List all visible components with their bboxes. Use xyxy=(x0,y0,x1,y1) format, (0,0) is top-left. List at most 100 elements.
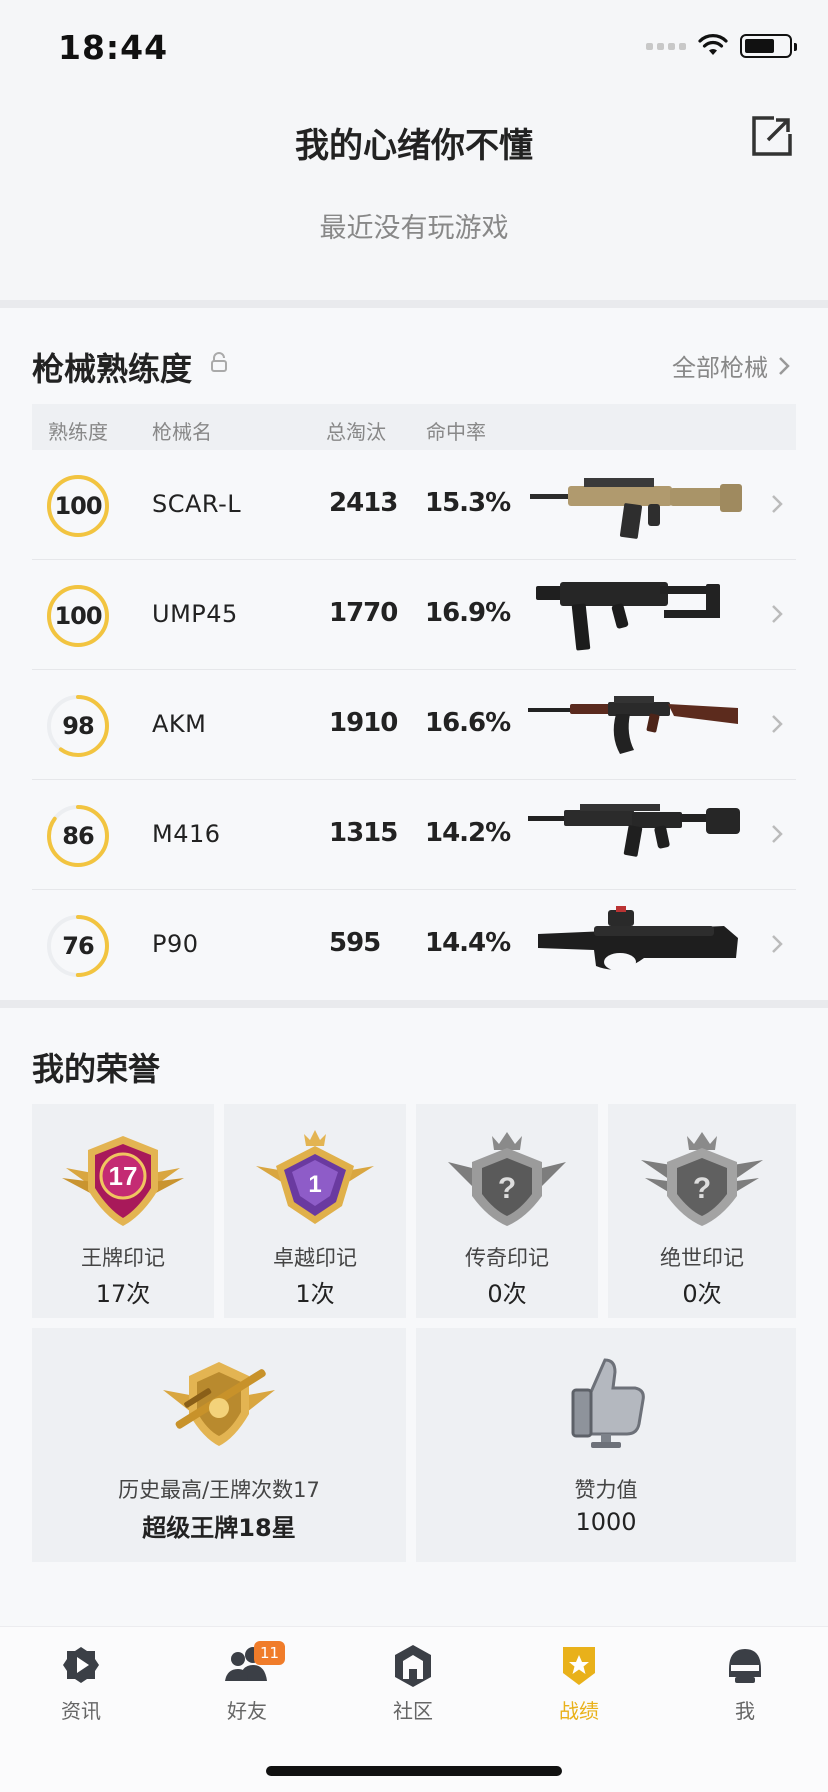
player-name: 我的心绪你不懂 xyxy=(295,126,533,166)
proficiency-value: 100 xyxy=(54,602,102,630)
honor-value: 超级王牌18星 xyxy=(142,1514,296,1542)
share-icon[interactable] xyxy=(750,114,794,158)
weapon-kills: 2413 xyxy=(329,488,398,518)
chevron-right-icon xyxy=(772,715,783,733)
tab-record[interactable]: 战绩 xyxy=(524,1643,634,1743)
honor-card-likes[interactable]: 赞力值 1000 xyxy=(416,1328,796,1562)
proficiency-value: 98 xyxy=(62,712,94,740)
scar-l-rifle-icon xyxy=(530,478,742,539)
legend-badge-mark: ? xyxy=(498,1172,516,1205)
player-status: 最近没有玩游戏 xyxy=(319,213,509,244)
weapon-row[interactable]: 100 UMP45 1770 16.9% xyxy=(32,560,796,670)
ace-rifle-badge-icon xyxy=(163,1362,275,1446)
tab-friends[interactable]: 11 好友 xyxy=(192,1641,302,1743)
proficiency-value: 76 xyxy=(62,932,94,960)
ace-badge-icon: 17 xyxy=(62,1136,184,1226)
thumbs-up-icon xyxy=(571,1358,645,1448)
excellence-badge-number: 1 xyxy=(308,1171,321,1198)
m416-rifle-icon xyxy=(528,804,740,857)
section-divider xyxy=(0,300,828,308)
weapon-kills: 1770 xyxy=(329,598,398,628)
ace-badge-number: 17 xyxy=(109,1161,138,1191)
honors-section: 我的荣誉 17 王牌印记 17次 1 卓越印记 1次 ? 传奇印记 0次 ? 绝… xyxy=(0,1008,828,1626)
weapon-accuracy: 16.9% xyxy=(425,598,511,628)
honor-count: 17次 xyxy=(95,1280,151,1308)
weapon-name: SCAR-L xyxy=(152,490,242,518)
all-weapons-link[interactable]: 全部枪械 xyxy=(672,348,790,383)
ump45-smg-icon xyxy=(536,582,720,651)
chevron-right-icon xyxy=(772,935,783,953)
all-weapons-label: 全部枪械 xyxy=(672,354,768,382)
peerless-badge-mark: ? xyxy=(693,1172,711,1205)
column-header-accuracy: 命中率 xyxy=(426,420,486,444)
p90-smg-icon xyxy=(538,906,738,971)
tab-me[interactable]: 我 xyxy=(690,1643,800,1743)
weapon-accuracy: 14.4% xyxy=(425,928,511,958)
status-time: 18:44 xyxy=(58,28,169,67)
tab-label: 战绩 xyxy=(559,1699,599,1723)
weapon-row[interactable]: 86 M416 1315 14.2% xyxy=(32,780,796,890)
tab-label: 我 xyxy=(735,1699,755,1723)
table-header: 熟练度 枪械名 总淘汰 命中率 xyxy=(32,404,796,450)
honor-card-ace[interactable]: 17 王牌印记 17次 xyxy=(32,1104,214,1318)
honor-label: 历史最高/王牌次数17 xyxy=(118,1478,320,1502)
friends-badge: 11 xyxy=(254,1641,286,1665)
weapon-list: 100 SCAR-L 2413 15.3% 100 UMP45 1770 16.… xyxy=(0,450,828,1000)
battery-level xyxy=(745,39,774,53)
akm-rifle-icon xyxy=(528,696,738,754)
section-title-honors: 我的荣誉 xyxy=(32,1050,161,1088)
honor-card-highest-rank[interactable]: 历史最高/王牌次数17 超级王牌18星 xyxy=(32,1328,406,1562)
chevron-right-icon xyxy=(772,495,783,513)
status-bar: 18:44 xyxy=(0,0,828,90)
weapon-name: UMP45 xyxy=(152,600,238,628)
signal-icon xyxy=(646,42,686,50)
honor-label: 绝世印记 xyxy=(660,1246,744,1270)
tab-label: 好友 xyxy=(227,1699,267,1723)
section-title-weapons: 枪械熟练度 xyxy=(32,350,193,388)
chevron-right-icon xyxy=(772,825,783,843)
tab-community[interactable]: 社区 xyxy=(358,1643,468,1743)
weapon-name: M416 xyxy=(152,820,221,848)
honor-count: 1次 xyxy=(295,1280,335,1308)
honor-label: 王牌印记 xyxy=(81,1246,165,1270)
proficiency-value: 100 xyxy=(54,492,102,520)
honor-card-excellence[interactable]: 1 卓越印记 1次 xyxy=(224,1104,406,1318)
proficiency-value: 86 xyxy=(62,822,94,850)
honor-count: 0次 xyxy=(487,1280,527,1308)
weapon-kills: 1910 xyxy=(329,708,398,738)
tab-label: 资讯 xyxy=(61,1699,101,1723)
peerless-badge-locked-icon: ? xyxy=(641,1132,763,1226)
record-star-icon xyxy=(563,1647,595,1685)
battery-icon xyxy=(740,34,797,58)
weapon-kills: 1315 xyxy=(329,818,398,848)
news-play-icon xyxy=(63,1647,99,1683)
tab-news[interactable]: 资讯 xyxy=(26,1643,136,1743)
honor-card-legend[interactable]: ? 传奇印记 0次 xyxy=(416,1104,598,1318)
home-indicator[interactable] xyxy=(266,1766,562,1776)
excellence-badge-icon: 1 xyxy=(256,1130,374,1224)
status-icons xyxy=(646,34,797,58)
column-header-kills: 总淘汰 xyxy=(326,420,386,444)
honor-card-peerless[interactable]: ? 绝世印记 0次 xyxy=(608,1104,796,1318)
weapon-proficiency-section: 枪械熟练度 全部枪械 熟练度 枪械名 总淘汰 命中率 100 SCAR-L 24… xyxy=(0,308,828,1000)
honor-label: 传奇印记 xyxy=(465,1246,549,1270)
community-icon xyxy=(395,1645,431,1687)
chevron-right-icon xyxy=(772,605,783,623)
lock-icon[interactable] xyxy=(210,352,228,372)
column-header-proficiency: 熟练度 xyxy=(48,420,108,444)
honor-count: 0次 xyxy=(682,1280,722,1308)
legend-badge-locked-icon: ? xyxy=(448,1132,566,1226)
weapon-kills: 595 xyxy=(329,928,381,958)
weapon-row[interactable]: 76 P90 595 14.4% xyxy=(32,890,796,1000)
weapon-name: AKM xyxy=(152,710,207,738)
weapon-accuracy: 14.2% xyxy=(425,818,511,848)
weapon-row[interactable]: 100 SCAR-L 2413 15.3% xyxy=(32,450,796,560)
helmet-icon xyxy=(729,1649,761,1683)
weapon-name: P90 xyxy=(152,930,199,958)
section-divider xyxy=(0,1000,828,1008)
honor-label: 卓越印记 xyxy=(273,1246,357,1270)
weapon-row[interactable]: 98 AKM 1910 16.6% xyxy=(32,670,796,780)
column-header-name: 枪械名 xyxy=(152,420,212,444)
wifi-icon xyxy=(698,34,728,55)
chevron-right-icon xyxy=(779,356,790,375)
